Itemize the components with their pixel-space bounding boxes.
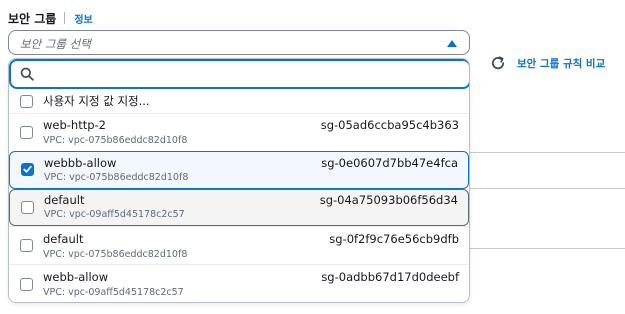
option-name: webb-allow [43,270,109,284]
checkbox[interactable] [20,278,33,291]
option-custom-value[interactable]: 사용자 지정 값 지정... [9,89,469,113]
option-vpc: VPC: vpc-09aff5d45178c2c57 [44,209,185,220]
info-link[interactable]: 정보 [74,11,92,26]
security-group-label-row: 보안 그룹 정보 [8,9,93,27]
checkbox-checked[interactable] [21,163,34,176]
option-id: sg-0adbb67d17d0deebf [321,270,459,284]
select-placeholder: 보안 그룹 선택 [20,37,91,51]
security-group-select[interactable]: 보안 그룹 선택 [8,30,470,55]
option-vpc: VPC: vpc-075b86eddc82d10f8 [44,172,189,183]
option-id: sg-0e0607d7bb47e4fca [321,156,458,170]
checkmark-icon [23,165,32,173]
option-name: 사용자 지정 값 지정... [43,94,150,108]
background-divider [470,152,625,153]
option-id: sg-04a75093b06f56d34 [319,193,458,207]
label-divider [64,12,66,24]
compare-rules-link[interactable]: 보안 그룹 규칙 비교 [517,56,605,71]
security-group-dropdown: 사용자 지정 값 지정... web-http-2 VPC: vpc-075b8… [8,58,470,303]
search-input[interactable] [43,65,453,83]
search-icon [20,67,34,81]
option-name: web-http-2 [43,118,107,132]
option-default-1[interactable]: default VPC: vpc-09aff5d45178c2c57 sg-04… [9,189,469,226]
option-webbb-allow[interactable]: webbb-allow VPC: vpc-075b86eddc82d10f8 s… [9,151,469,189]
option-name: default [44,193,85,207]
option-vpc: VPC: vpc-075b86eddc82d10f8 [43,249,188,260]
option-id: sg-05ad6ccba95c4b363 [320,118,459,132]
background-divider [470,248,625,249]
search-field[interactable] [9,59,469,89]
refresh-icon[interactable] [490,55,506,71]
caret-up-icon [447,40,457,47]
option-vpc: VPC: vpc-09aff5d45178c2c57 [43,287,184,298]
checkbox[interactable] [20,126,33,139]
option-default-2[interactable]: default VPC: vpc-075b86eddc82d10f8 sg-0f… [9,226,469,264]
option-webb-allow[interactable]: webb-allow VPC: vpc-09aff5d45178c2c57 sg… [9,264,469,302]
option-name: default [43,232,84,246]
checkbox[interactable] [21,201,34,214]
option-web-http-2[interactable]: web-http-2 VPC: vpc-075b86eddc82d10f8 sg… [9,113,469,151]
background-divider [470,188,625,189]
option-id: sg-0f2f9c76e56cb9dfb [329,232,459,246]
security-group-label: 보안 그룹 [8,11,57,26]
checkbox[interactable] [20,95,33,108]
option-name: webbb-allow [44,156,117,170]
option-vpc: VPC: vpc-075b86eddc82d10f8 [43,135,188,146]
right-actions: 보안 그룹 규칙 비교 [490,55,605,71]
checkbox[interactable] [20,239,33,252]
